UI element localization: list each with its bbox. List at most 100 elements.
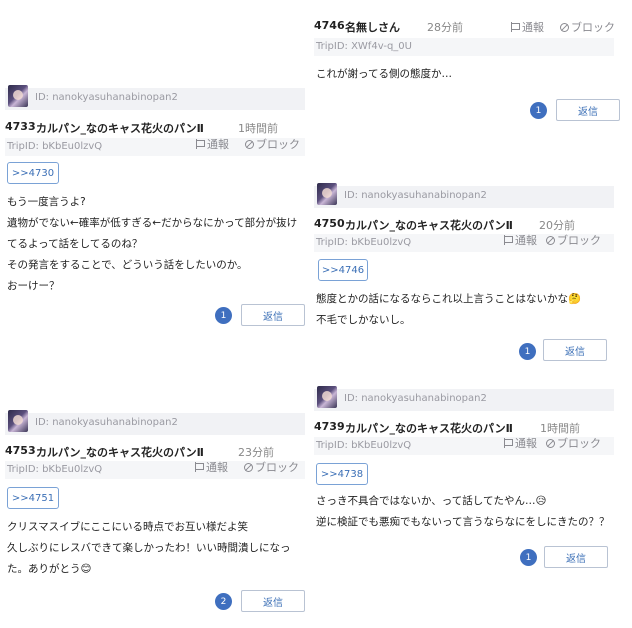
- body-line: た。ありがとう😊: [7, 563, 92, 575]
- block-label: ブロック: [571, 21, 615, 34]
- flag-icon: [511, 22, 520, 32]
- body-line: これが謝ってる側の態度か…: [316, 68, 452, 80]
- anchor-link[interactable]: >>4738: [316, 463, 368, 485]
- body-line: 態度とかの話になるならこれ以上言うことはないかな🤔: [316, 293, 582, 305]
- block-button[interactable]: ブロック: [245, 136, 300, 152]
- post-4750: ID: nanokyasuhanabinopan2 4750 カルパン_なのキャ…: [314, 183, 614, 366]
- block-label: ブロック: [557, 234, 601, 247]
- flag-icon: [196, 139, 205, 149]
- report-label: 通報: [206, 461, 228, 474]
- report-button[interactable]: 通報: [511, 19, 544, 35]
- post-time: 28分前: [427, 21, 463, 34]
- post-4739: ID: nanokyasuhanabinopan2 4739 カルパン_なのキャ…: [314, 386, 614, 579]
- trip-id: TripID: bKbEu0lzvQ: [7, 464, 103, 475]
- post-body: クリスマスイブにここにいる時点でお互い様だよ笑 久しぶりにレスバできて楽しかった…: [7, 517, 291, 580]
- trip-id: TripID: bKbEu0lzvQ: [7, 141, 103, 152]
- poster-name[interactable]: 名無しさん: [345, 19, 400, 35]
- report-button[interactable]: 通報: [504, 232, 537, 248]
- reply-count-badge[interactable]: 1: [519, 343, 536, 360]
- block-label: ブロック: [256, 138, 300, 151]
- poster-id: ID: nanokyasuhanabinopan2: [35, 92, 178, 103]
- poster-id: ID: nanokyasuhanabinopan2: [35, 417, 178, 428]
- body-line: てるよって話をしてるのね？: [7, 238, 143, 250]
- flag-icon: [504, 438, 513, 448]
- avatar[interactable]: [317, 183, 337, 205]
- id-bar: ID: nanokyasuhanabinopan2: [314, 183, 614, 208]
- post-number[interactable]: 4746: [314, 19, 345, 32]
- post-time: 1時間前: [540, 422, 580, 435]
- block-icon: [245, 139, 254, 149]
- report-label: 通報: [515, 437, 537, 450]
- anchor-link[interactable]: >>4730: [7, 162, 59, 184]
- post-time: 1時間前: [238, 122, 278, 135]
- avatar[interactable]: [8, 410, 28, 432]
- trip-id: TripID: XWf4v-q_0U: [316, 41, 412, 52]
- post-number[interactable]: 4750: [314, 217, 345, 230]
- post-number[interactable]: 4733: [5, 120, 36, 133]
- post-body: もう一度言うよ? 遺物がでない←確率が低すぎる←だからなにかって部分が抜け てる…: [7, 192, 297, 297]
- body-line: クリスマスイブにここにいる時点でお互い様だよ笑: [7, 521, 248, 533]
- report-button[interactable]: 通報: [196, 136, 229, 152]
- report-button[interactable]: 通報: [195, 459, 228, 475]
- body-line: さっき不具合ではないか、って話してたやん…😥: [316, 495, 547, 507]
- block-label: ブロック: [255, 461, 299, 474]
- post-body: さっき不具合ではないか、って話してたやん…😥 逆に検証でも悪痴でもないって言うな…: [316, 491, 609, 533]
- id-bar: ID: nanokyasuhanabinopan2: [5, 85, 305, 110]
- body-line: 久しぶりにレスバできて楽しかったわ！いい時間潰しになっ: [7, 542, 291, 554]
- flag-icon: [504, 235, 513, 245]
- anchor-link[interactable]: >>4751: [7, 487, 59, 509]
- post-time: 20分前: [539, 219, 575, 232]
- body-line: おーけー？: [7, 280, 60, 292]
- body-line: その発言をすることで、どういう話をしたいのか。: [7, 259, 248, 271]
- block-button[interactable]: ブロック: [560, 19, 615, 35]
- id-bar: ID: nanokyasuhanabinopan2: [5, 410, 305, 435]
- block-icon: [546, 438, 555, 448]
- poster-id: ID: nanokyasuhanabinopan2: [344, 190, 487, 201]
- reply-count-badge[interactable]: 1: [530, 102, 547, 119]
- reply-count-badge[interactable]: 2: [215, 593, 232, 610]
- avatar[interactable]: [317, 386, 337, 408]
- block-button[interactable]: ブロック: [244, 459, 299, 475]
- body-line: 逆に検証でも悪痴でもないって言うならなにをしにきたの？？: [316, 516, 610, 528]
- poster-name[interactable]: カルパン_なのキャス花火のパンⅡ: [345, 217, 513, 233]
- post-body: 態度とかの話になるならこれ以上言うことはないかな🤔 不毛でしかないし。: [316, 289, 581, 331]
- report-button[interactable]: 通報: [504, 435, 537, 451]
- reply-button[interactable]: 返信: [241, 590, 305, 612]
- block-icon: [244, 462, 253, 472]
- post-time: 23分前: [238, 446, 274, 459]
- anchor-link[interactable]: >>4746: [318, 259, 368, 281]
- block-icon: [546, 235, 555, 245]
- trip-id: TripID: bKbEu0lzvQ: [316, 440, 412, 451]
- reply-button[interactable]: 返信: [556, 99, 620, 121]
- flag-icon: [195, 462, 204, 472]
- post-body: これが謝ってる側の態度か…: [316, 64, 452, 85]
- poster-name[interactable]: カルパン_なのキャス花火のパンⅡ: [36, 120, 204, 136]
- block-icon: [560, 22, 569, 32]
- body-line: もう一度言うよ?: [7, 196, 86, 208]
- reply-button[interactable]: 返信: [544, 546, 608, 568]
- reply-button[interactable]: 返信: [543, 339, 607, 361]
- reply-count-badge[interactable]: 1: [215, 307, 232, 324]
- body-line: 不毛でしかないし。: [316, 314, 411, 326]
- trip-bar: TripID: XWf4v-q_0U: [314, 38, 614, 56]
- report-label: 通報: [515, 234, 537, 247]
- block-button[interactable]: ブロック: [546, 435, 601, 451]
- body-line: 遺物がでない←確率が低すぎる←だからなにかって部分が抜け: [7, 217, 298, 229]
- avatar[interactable]: [8, 85, 28, 107]
- poster-name[interactable]: カルパン_なのキャス花火のパンⅡ: [345, 420, 513, 436]
- post-4753: ID: nanokyasuhanabinopan2 4753 カルパン_なのキャ…: [5, 410, 305, 618]
- reply-count-badge[interactable]: 1: [520, 549, 537, 566]
- post-4733: ID: nanokyasuhanabinopan2 4733 カルパン_なのキャ…: [5, 85, 305, 333]
- block-label: ブロック: [557, 437, 601, 450]
- post-4746: 4746 名無しさん 28分前 通報 ブロック TripID: XWf4v-q_…: [314, 16, 620, 124]
- post-number[interactable]: 4753: [5, 444, 36, 457]
- reply-button[interactable]: 返信: [241, 304, 305, 326]
- poster-id: ID: nanokyasuhanabinopan2: [344, 393, 487, 404]
- post-number[interactable]: 4739: [314, 420, 345, 433]
- report-label: 通報: [522, 21, 544, 34]
- id-bar: ID: nanokyasuhanabinopan2: [314, 386, 614, 411]
- report-label: 通報: [207, 138, 229, 151]
- poster-name[interactable]: カルパン_なのキャス花火のパンⅡ: [36, 444, 204, 460]
- trip-id: TripID: bKbEu0lzvQ: [316, 237, 412, 248]
- block-button[interactable]: ブロック: [546, 232, 601, 248]
